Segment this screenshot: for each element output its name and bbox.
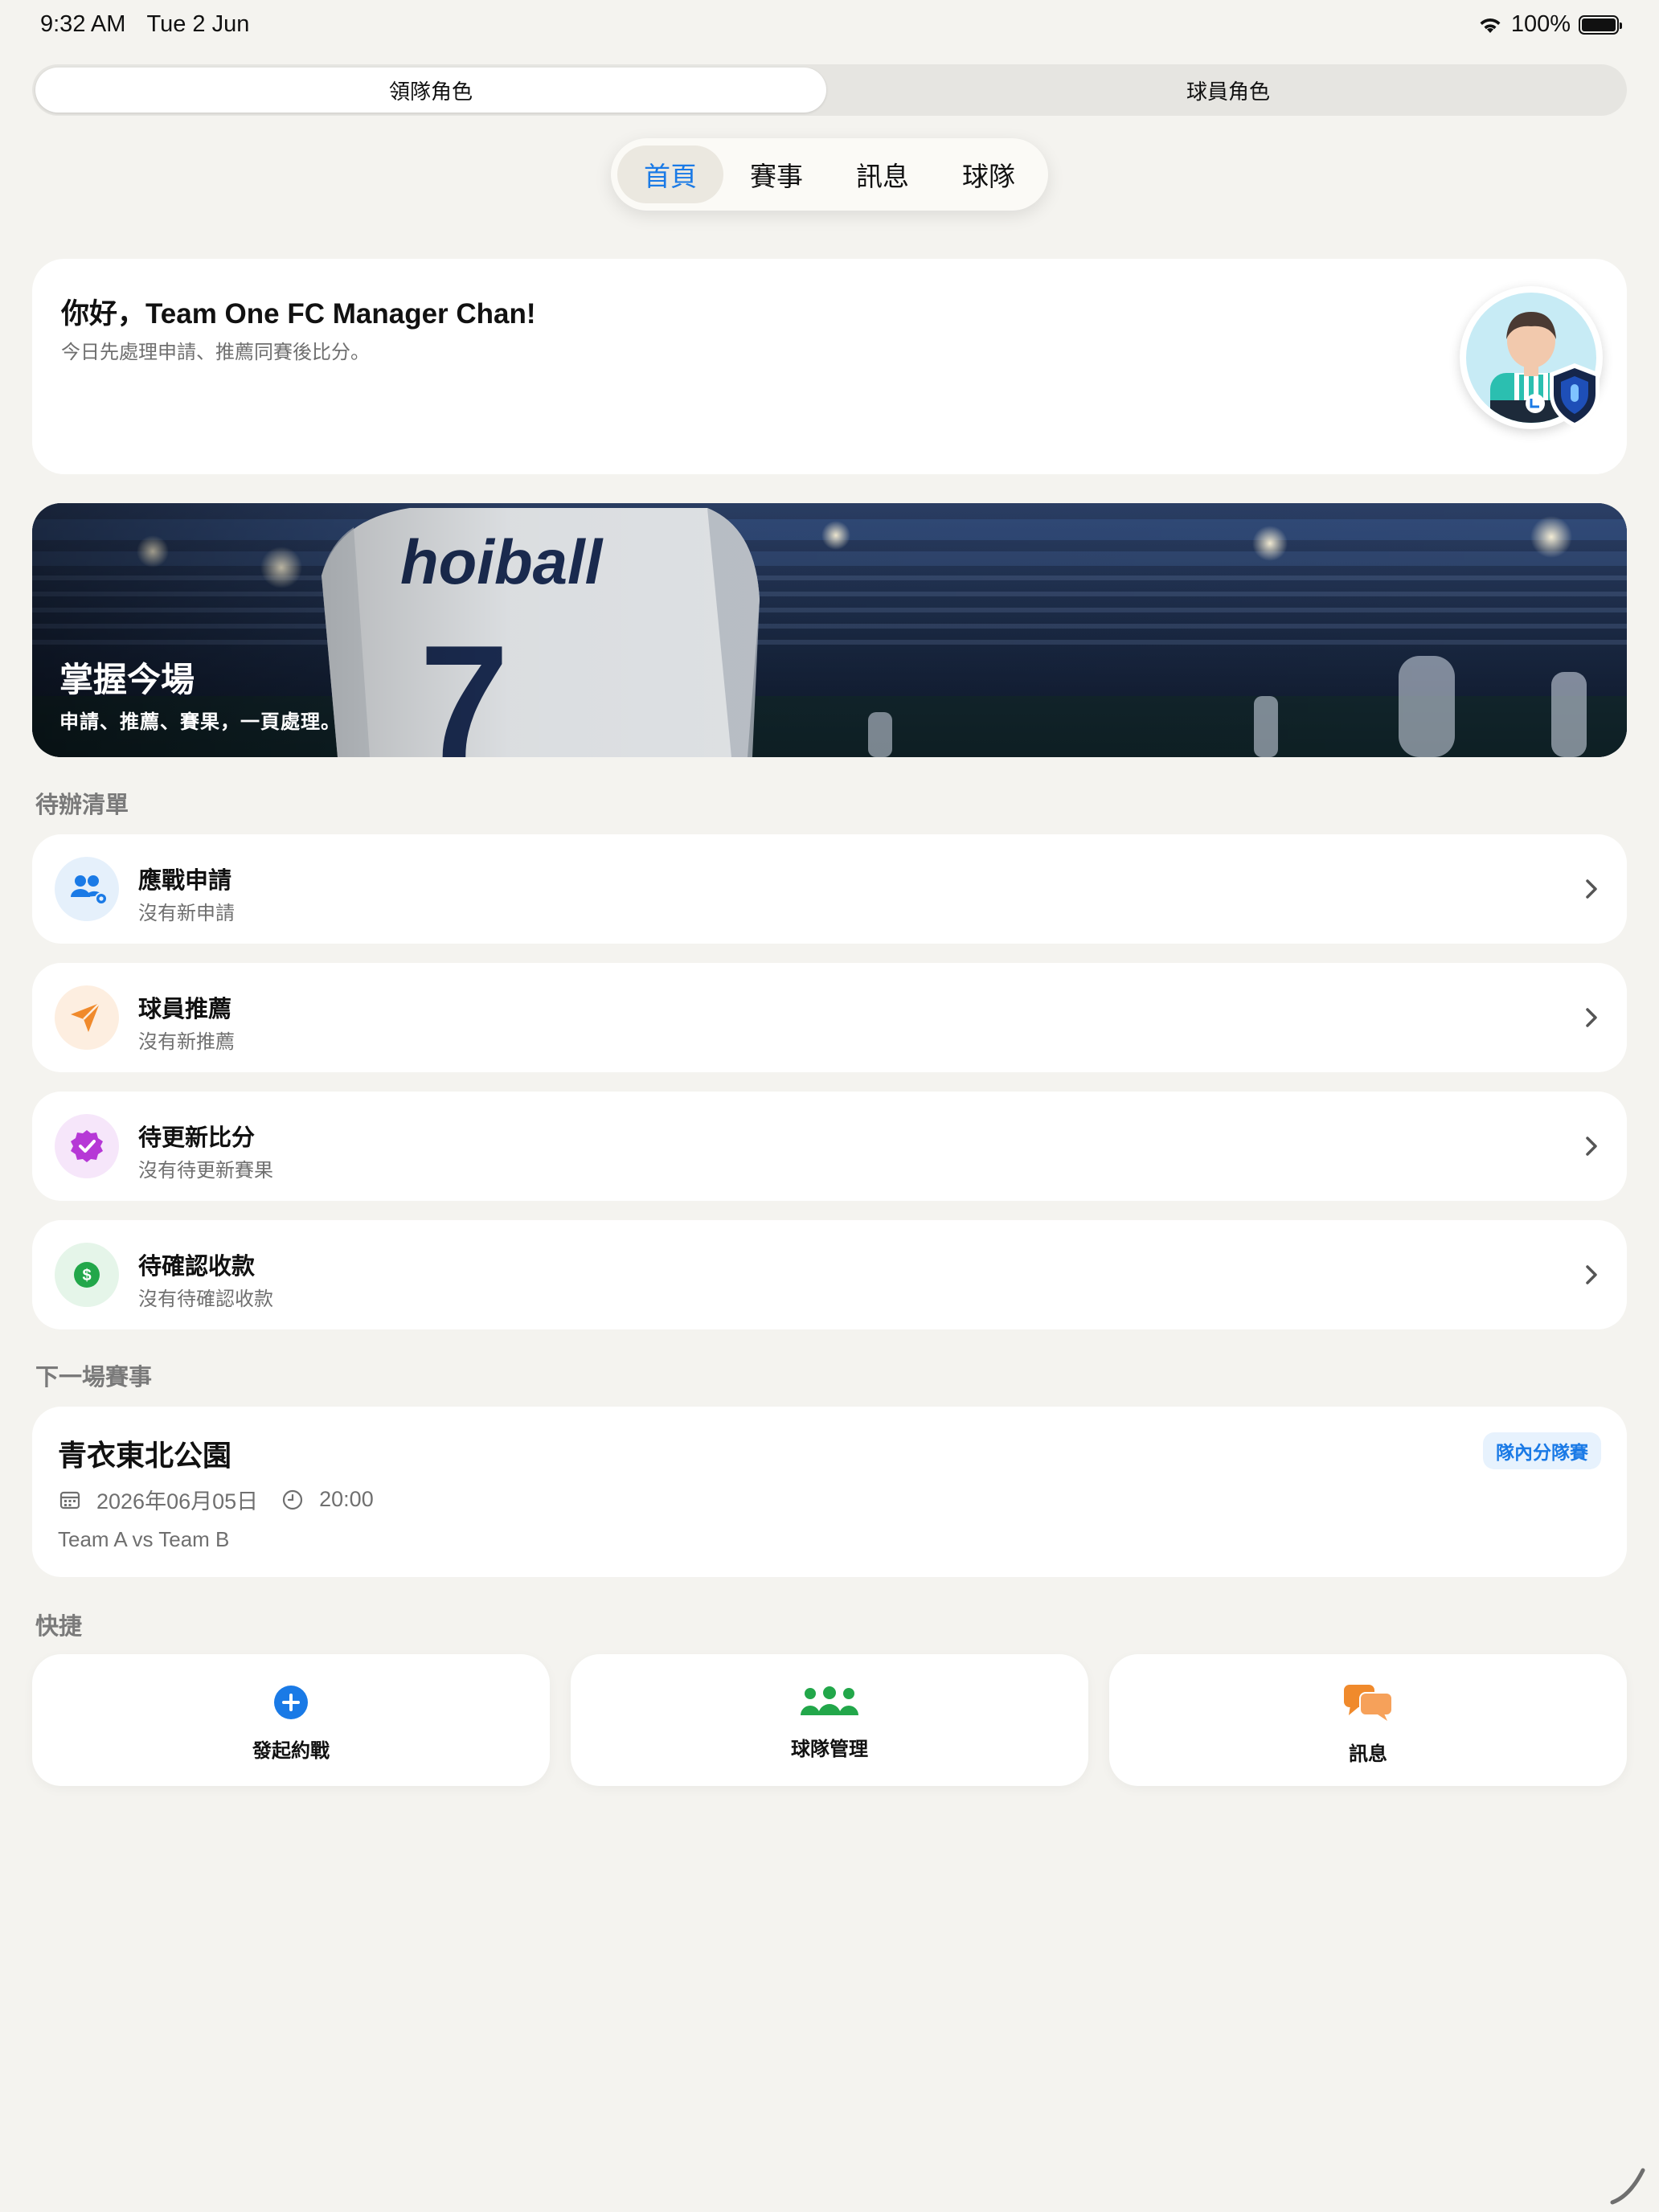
- quick-messages-button[interactable]: 訊息: [1109, 1654, 1627, 1786]
- todo-section-label: 待辦清單: [35, 793, 129, 818]
- quick-section-label: 快捷: [35, 1614, 83, 1640]
- greeting-subtitle: 今日先處理申請、推薦同賽後比分。: [61, 342, 370, 363]
- group-icon: [801, 1686, 858, 1715]
- todo-icon-bg: $: [55, 1243, 119, 1307]
- match-datetime: 2026年06月05日 20:00: [58, 1484, 374, 1515]
- todo-icon-bg: [55, 985, 119, 1050]
- dollar-circle-icon: $: [74, 1262, 100, 1288]
- clock: 9:32 AM: [40, 11, 126, 37]
- chat-bubbles-icon: [1344, 1685, 1393, 1721]
- quick-team-management-button[interactable]: 球隊管理: [571, 1654, 1088, 1786]
- todo-subtitle: 沒有新推薦: [138, 1031, 235, 1053]
- match-date: 2026年06月05日: [96, 1489, 259, 1514]
- status-indicators: 100%: [1477, 11, 1622, 38]
- quick-label: 發起約戰: [252, 1740, 330, 1762]
- clock-icon: [283, 1489, 303, 1509]
- avatar[interactable]: [1460, 286, 1603, 429]
- match-venue: 青衣東北公園: [58, 1439, 232, 1472]
- greeting-title: 你好，Team One FC Manager Chan!: [61, 298, 536, 330]
- shield-icon: [1550, 363, 1600, 428]
- calendar-icon: [59, 1491, 80, 1509]
- pencil-hint-icon: [1610, 2168, 1645, 2205]
- todo-challenge-requests[interactable]: 應戰申請 沒有新申請: [32, 834, 1627, 944]
- hero-title: 掌握今場: [59, 661, 195, 698]
- match-teams: Team A vs Team B: [58, 1527, 230, 1551]
- chevron-right-icon: [1586, 1265, 1597, 1284]
- quick-create-challenge-button[interactable]: 發起約戰: [32, 1654, 550, 1786]
- hero-banner[interactable]: hoiball 7 掌握今場 申請、推薦、賽果，一頁處理。: [32, 503, 1627, 757]
- role-player-option[interactable]: 球員角色: [833, 68, 1624, 113]
- role-manager-option[interactable]: 領隊角色: [35, 68, 826, 113]
- paper-plane-icon: [71, 1002, 100, 1032]
- todo-title: 待確認收款: [138, 1254, 256, 1280]
- chevron-right-icon: [1586, 879, 1597, 899]
- tab-matches[interactable]: 賽事: [723, 145, 830, 203]
- todo-subtitle: 沒有待更新賽果: [138, 1160, 273, 1182]
- match-type-badge: 隊內分隊賽: [1483, 1432, 1601, 1469]
- match-time: 20:00: [319, 1487, 374, 1511]
- todo-icon-bg: [55, 857, 119, 921]
- todo-pending-scores[interactable]: 待更新比分 沒有待更新賽果: [32, 1092, 1627, 1201]
- todo-title: 應戰申請: [138, 868, 232, 894]
- tab-team[interactable]: 球隊: [936, 145, 1042, 203]
- todo-player-recommendations[interactable]: 球員推薦 沒有新推薦: [32, 963, 1627, 1072]
- svg-text:$: $: [82, 1267, 91, 1284]
- battery-icon: [1579, 14, 1622, 35]
- hero-subtitle: 申請、推薦、賽果，一頁處理。: [59, 711, 341, 733]
- todo-pending-payments[interactable]: $ 待確認收款 沒有待確認收款: [32, 1220, 1627, 1329]
- quick-label: 球隊管理: [791, 1739, 868, 1760]
- tab-home[interactable]: 首頁: [617, 145, 723, 203]
- todo-title: 待更新比分: [138, 1125, 256, 1151]
- role-switch: 領隊角色 球員角色: [32, 64, 1627, 116]
- quick-label: 訊息: [1349, 1743, 1387, 1765]
- date: Tue 2 Jun: [146, 11, 250, 37]
- verified-badge-icon: [71, 1130, 103, 1162]
- greeting-card: 你好，Team One FC Manager Chan! 今日先處理申請、推薦同…: [32, 259, 1627, 474]
- nav-tabs: 首頁 賽事 訊息 球隊: [611, 138, 1048, 211]
- next-match-section-label: 下一場賽事: [35, 1365, 153, 1391]
- todo-icon-bg: [55, 1114, 119, 1178]
- next-match-card[interactable]: 青衣東北公園 隊內分隊賽 2026年06月05日 20:00 Team A vs…: [32, 1407, 1627, 1577]
- plus-circle-icon: [274, 1686, 308, 1719]
- people-gear-icon: [71, 875, 108, 905]
- todo-title: 球員推薦: [138, 997, 232, 1022]
- tab-messages[interactable]: 訊息: [830, 145, 936, 203]
- todo-subtitle: 沒有新申請: [138, 903, 235, 924]
- battery-percentage: 100%: [1510, 11, 1571, 37]
- status-time: 9:32 AM Tue 2 Jun: [40, 11, 249, 38]
- wifi-icon: [1480, 18, 1501, 33]
- todo-subtitle: 沒有待確認收款: [138, 1288, 273, 1310]
- chevron-right-icon: [1586, 1008, 1597, 1027]
- chevron-right-icon: [1586, 1137, 1597, 1156]
